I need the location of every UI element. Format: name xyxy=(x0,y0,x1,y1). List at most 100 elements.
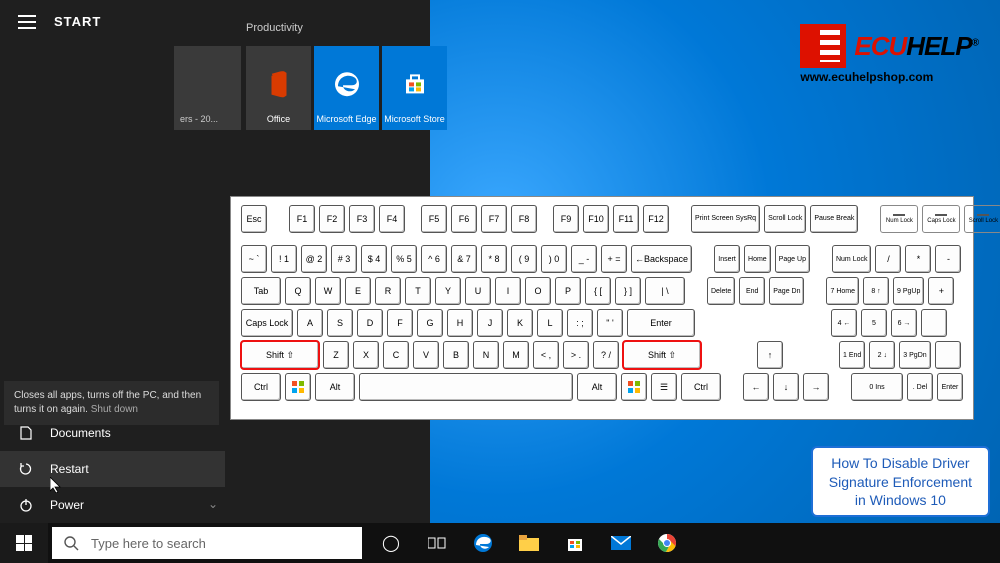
windows-logo-icon xyxy=(16,535,32,551)
key-e: E xyxy=(345,277,371,305)
taskbar-mail[interactable] xyxy=(598,523,644,563)
key-tilde: ~ ` xyxy=(241,245,267,273)
key-slash: ? / xyxy=(593,341,619,369)
key-8: * 8 xyxy=(481,245,507,273)
taskbar-chrome[interactable] xyxy=(644,523,690,563)
key-period: > . xyxy=(563,341,589,369)
key-w: W xyxy=(315,277,341,305)
logo-mark-icon xyxy=(800,24,846,68)
start-left-rail: cb Documents Closes all apps, turns off … xyxy=(0,379,225,523)
key-np-sub: - xyxy=(935,245,961,273)
start-button[interactable] xyxy=(0,523,48,563)
key-n: N xyxy=(473,341,499,369)
key-np8: 8 ↑ xyxy=(863,277,889,305)
store-icon xyxy=(403,72,427,98)
key-f8: F8 xyxy=(511,205,537,233)
start-title: START xyxy=(54,14,101,29)
tile-office[interactable]: Office xyxy=(246,46,311,130)
key-tab: Tab xyxy=(241,277,281,305)
led-scrolllock: Scroll Lock xyxy=(964,205,1000,233)
key-np-add2 xyxy=(921,309,947,337)
key-backspace: ←Backspace xyxy=(631,245,692,273)
key-semicolon: : ; xyxy=(567,309,593,337)
key-lalt: Alt xyxy=(315,373,355,401)
key-esc: Esc xyxy=(241,205,267,233)
key-x: X xyxy=(353,341,379,369)
documents-icon xyxy=(18,425,34,441)
taskbar-cortana[interactable]: ◯ xyxy=(368,523,414,563)
tutorial-caption: How To Disable Driver Signature Enforcem… xyxy=(811,446,990,517)
key-prtsc: Print Screen SysRq xyxy=(691,205,760,233)
key-r: R xyxy=(375,277,401,305)
key-z: Z xyxy=(323,341,349,369)
key-dash: _ - xyxy=(571,245,597,273)
taskbar: Type here to search ◯ xyxy=(0,523,1000,563)
key-7: & 7 xyxy=(451,245,477,273)
key-menu: ☰ xyxy=(651,373,677,401)
key-equals: + = xyxy=(601,245,627,273)
key-y: Y xyxy=(435,277,461,305)
restart-tooltip: Closes all apps, turns off the PC, and t… xyxy=(4,381,219,425)
key-j: J xyxy=(477,309,503,337)
key-rctrl: Ctrl xyxy=(681,373,721,401)
key-o: O xyxy=(525,277,551,305)
key-lbracket: { [ xyxy=(585,277,611,305)
key-rbracket: } ] xyxy=(615,277,641,305)
power-icon xyxy=(18,497,34,513)
key-np6: 6 → xyxy=(891,309,917,337)
tile-edge[interactable]: Microsoft Edge xyxy=(314,46,379,130)
hamburger-icon[interactable] xyxy=(18,15,36,29)
key-m: M xyxy=(503,341,529,369)
key-d: D xyxy=(357,309,383,337)
windows-flag-icon xyxy=(291,380,305,394)
group-label-productivity: Productivity xyxy=(246,22,303,34)
key-quote: " ' xyxy=(597,309,623,337)
windows-flag-icon xyxy=(627,380,641,394)
key-pause: Pause Break xyxy=(810,205,858,233)
tile-store[interactable]: Microsoft Store xyxy=(382,46,447,130)
key-space xyxy=(359,373,573,401)
key-np-enter xyxy=(935,341,961,369)
key-lshift: Shift ⇧ xyxy=(241,341,319,369)
key-0: ) 0 xyxy=(541,245,567,273)
rail-restart[interactable]: Restart xyxy=(0,451,225,487)
key-5: % 5 xyxy=(391,245,417,273)
taskbar-explorer[interactable] xyxy=(506,523,552,563)
taskbar-taskview[interactable] xyxy=(414,523,460,563)
search-icon xyxy=(64,536,79,551)
key-ralt: Alt xyxy=(577,373,617,401)
key-left: ← xyxy=(743,373,769,401)
tile-partial[interactable]: ers - 20... xyxy=(174,46,241,130)
keyboard-diagram: Esc F1 F2 F3 F4 F5 F6 F7 F8 F9 F10 F11 F… xyxy=(230,196,974,420)
key-lctrl: Ctrl xyxy=(241,373,281,401)
key-b: B xyxy=(443,341,469,369)
led-numlock: Num Lock xyxy=(880,205,918,233)
key-c: C xyxy=(383,341,409,369)
edge-icon xyxy=(334,71,360,99)
key-np-divide: / xyxy=(875,245,901,273)
key-f10: F10 xyxy=(583,205,609,233)
taskbar-store[interactable] xyxy=(552,523,598,563)
key-np0: 0 Ins xyxy=(851,373,903,401)
key-capslock: Caps Lock xyxy=(241,309,293,337)
key-end: End xyxy=(739,277,765,305)
restart-icon xyxy=(18,461,34,477)
key-u: U xyxy=(465,277,491,305)
key-k: K xyxy=(507,309,533,337)
key-f4: F4 xyxy=(379,205,405,233)
key-np4: 4 ← xyxy=(831,309,857,337)
key-np3: 3 PgDn xyxy=(899,341,930,369)
key-np-add: + xyxy=(928,277,954,305)
key-comma: < , xyxy=(533,341,559,369)
key-pgdn: Page Dn xyxy=(769,277,804,305)
key-f2: F2 xyxy=(319,205,345,233)
search-input[interactable]: Type here to search xyxy=(52,527,362,559)
rail-power[interactable]: Power xyxy=(0,487,225,523)
key-home: Home xyxy=(744,245,771,273)
taskbar-edge[interactable] xyxy=(460,523,506,563)
led-capslock: Caps Lock xyxy=(922,205,960,233)
key-down: ↓ xyxy=(773,373,799,401)
key-npdot: . Del xyxy=(907,373,933,401)
chevron-down-icon[interactable]: ⌄ xyxy=(208,497,218,511)
brand-logo: ECUHELP® www.ecuhelpshop.com xyxy=(800,24,978,84)
